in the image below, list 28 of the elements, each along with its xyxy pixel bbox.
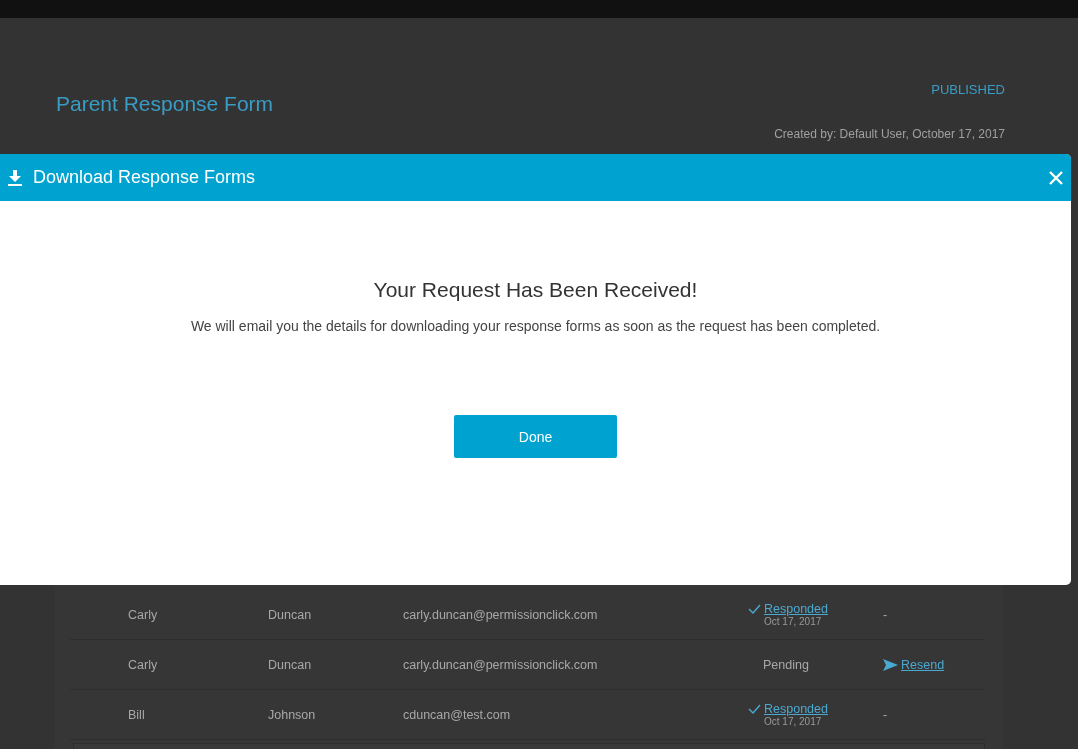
status-text: Pending (762, 657, 810, 672)
table-cell-text: cduncan@test.com (403, 707, 512, 722)
responded-link[interactable]: Responded (748, 602, 828, 616)
table-cell-text: - (883, 607, 889, 622)
table-cell-text: Bill (128, 707, 146, 722)
responded-link[interactable]: Responded (748, 702, 828, 716)
table-cell-text: carly.duncan@permissionclick.com (403, 607, 599, 622)
download-icon (8, 169, 22, 186)
check-icon (748, 604, 761, 614)
table-cell-text: - (883, 707, 889, 722)
modal-title: Download Response Forms (33, 167, 257, 188)
page-title: Parent Response Form (56, 92, 274, 117)
check-icon (748, 704, 761, 714)
table-cell-text: carly.duncan@permissionclick.com (403, 657, 599, 672)
table-cell-text: Carly (128, 607, 159, 622)
response-date: Oct 17, 2017 (763, 716, 822, 727)
resend-link[interactable]: Resend (883, 657, 1003, 672)
send-icon (883, 658, 898, 671)
status-label: PUBLISHED (931, 82, 1005, 97)
table-cell-text: Johnson (268, 707, 317, 722)
modal-message: We will email you the details for downloading your response forms as soon as the request has been completed. (190, 318, 881, 334)
created-by-text: Created by: Default User, October 17, 2017 (774, 127, 1005, 141)
done-button[interactable]: Done (454, 415, 617, 458)
response-date: Oct 17, 2017 (763, 616, 822, 627)
table-cell-text: Duncan (268, 607, 313, 622)
table-cell-text: Carly (128, 657, 159, 672)
table-cell-text: Duncan (268, 657, 313, 672)
modal-heading: Your Request Has Been Received! (373, 278, 698, 302)
